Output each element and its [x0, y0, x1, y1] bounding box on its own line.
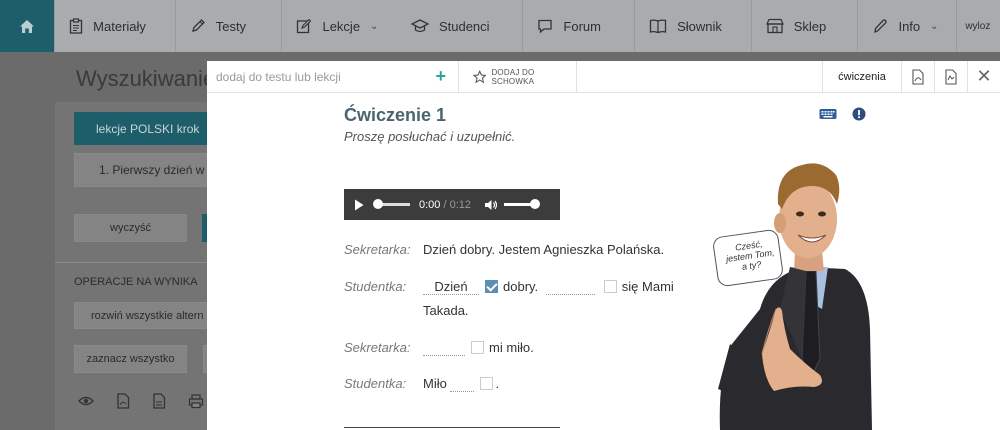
exercise-title: Ćwiczenie 1	[344, 105, 447, 125]
result-actions	[78, 393, 204, 409]
edit-icon	[297, 18, 312, 34]
nav-user-link[interactable]: wyloz	[957, 0, 1000, 52]
nav-item-lekcje[interactable]: Lekcje ⌄	[282, 0, 406, 52]
chevron-down-icon[interactable]: ⌄	[370, 21, 378, 32]
nav-item-testy[interactable]: Testy	[176, 0, 282, 52]
exercise-type-label: ćwiczenia	[822, 60, 901, 93]
close-icon: ✕	[976, 66, 992, 86]
dialogue-line: Miło .	[423, 376, 500, 392]
nav-label: Info	[898, 18, 921, 34]
star-icon	[473, 69, 487, 83]
pen-icon	[874, 19, 888, 34]
audio-progress-handle[interactable]	[373, 199, 383, 209]
audio-time-separator: /	[440, 198, 450, 211]
dialogue-line: Dzień dobry. Jestem Agnieszka Polańska.	[423, 242, 665, 257]
document-icon	[945, 68, 957, 85]
nav-label: Słownik	[677, 18, 722, 34]
eye-icon[interactable]	[78, 393, 94, 409]
nav-label: Forum	[563, 18, 601, 34]
answer-gap[interactable]	[545, 279, 595, 295]
answer-checkbox[interactable]	[603, 280, 617, 293]
audio-duration: 0:12	[449, 198, 472, 211]
clipboard-icon	[70, 18, 83, 34]
dialogue-line-continued: Takada.	[423, 303, 469, 318]
clipboard-label: DODAJ DO SCHOWKA	[491, 67, 535, 86]
answer-gap[interactable]: Dzień	[423, 279, 479, 295]
audio-player: 0:00 / 0:12	[344, 189, 560, 220]
businessman-illustration	[718, 163, 872, 430]
home-icon	[20, 19, 35, 33]
audio-current-time: 0:00	[419, 198, 441, 211]
nav-item-slownik[interactable]: Słownik	[635, 0, 751, 52]
expand-all-button[interactable]: rozwiń wszystkie altern	[74, 302, 214, 329]
modal-toolbar: dodaj do testu lub lekcji + DODAJ DO SCH…	[207, 60, 1000, 93]
nav-label: Studenci	[438, 18, 490, 34]
speaker-label: Studentka:	[344, 376, 407, 391]
pdf-icon[interactable]	[116, 393, 130, 409]
volume-handle[interactable]	[530, 199, 541, 209]
book-icon	[649, 19, 667, 34]
add-to-clipboard-button[interactable]: DODAJ DO SCHOWKA	[459, 60, 577, 93]
keyboard-icon[interactable]	[819, 108, 837, 120]
close-button[interactable]: ✕	[967, 60, 1000, 93]
speaker-label: Studentka:	[344, 279, 407, 294]
graduation-cap-icon	[410, 19, 429, 33]
document-icon[interactable]	[152, 393, 166, 409]
divider	[344, 427, 560, 428]
answer-checkbox[interactable]	[471, 341, 484, 354]
nav-label: Testy	[215, 18, 247, 34]
document-button[interactable]	[934, 60, 967, 93]
shop-icon	[765, 18, 784, 34]
home-button[interactable]	[0, 0, 55, 52]
dialogue-line: mi miło.	[423, 340, 534, 356]
pdf-icon	[912, 68, 924, 85]
chevron-down-icon[interactable]: ⌄	[930, 21, 938, 32]
pencil-icon	[191, 19, 205, 32]
dialogue-line: Dzień dobry. się Mami	[423, 279, 674, 295]
clear-button[interactable]: wyczyść	[74, 214, 187, 242]
play-icon[interactable]	[354, 199, 364, 211]
divider	[55, 262, 207, 263]
answer-checkbox[interactable]	[480, 377, 494, 390]
select-all-button[interactable]: zaznacz wszystko	[74, 345, 187, 373]
volume-icon[interactable]	[484, 199, 498, 211]
nav-label: Lekcje	[322, 18, 361, 34]
info-icon[interactable]	[852, 107, 866, 121]
exercise-instruction: Proszę posłuchać i uzupełnić.	[344, 129, 516, 144]
chat-icon	[538, 19, 553, 34]
speaker-label: Sekretarka:	[344, 242, 411, 257]
filter-tab[interactable]: lekcje POLSKI krok	[74, 112, 214, 145]
answer-checkbox-checked[interactable]	[485, 280, 498, 293]
operations-label: OPERACJE NA WYNIKA	[74, 276, 198, 288]
speech-bubble: Cześć, jestem Tom, a ty?	[711, 228, 785, 288]
audio-time: 0:00 / 0:12	[419, 199, 471, 211]
nav-label: Sklep	[793, 18, 827, 34]
add-to-test-field[interactable]: dodaj do testu lub lekcji +	[207, 60, 459, 93]
audio-progress-bar[interactable]	[373, 199, 410, 209]
answer-gap[interactable]	[450, 376, 475, 392]
volume-slider[interactable]	[504, 199, 541, 209]
plus-icon[interactable]: +	[435, 66, 446, 87]
nav-label: Materiały	[93, 18, 146, 34]
nav-item-forum[interactable]: Forum	[523, 0, 634, 52]
nav-item-info[interactable]: Info ⌄	[858, 0, 956, 52]
top-navigation: Materiały Testy Lekcje ⌄ Studenci Forum …	[0, 0, 1000, 52]
filter-panel	[55, 102, 207, 430]
nav-item-studenci[interactable]: Studenci	[407, 0, 522, 52]
pdf-button[interactable]	[901, 60, 934, 93]
answer-gap[interactable]	[423, 340, 465, 356]
nav-item-sklep[interactable]: Sklep	[752, 0, 858, 52]
lesson-select[interactable]: 1. Pierwszy dzień w	[74, 153, 214, 187]
nav-item-materialy[interactable]: Materiały	[55, 0, 175, 52]
exercise-modal: dodaj do testu lub lekcji + DODAJ DO SCH…	[207, 60, 1000, 430]
print-icon[interactable]	[188, 393, 204, 409]
speaker-label: Sekretarka:	[344, 340, 411, 355]
add-to-test-input[interactable]: dodaj do testu lub lekcji	[216, 70, 341, 84]
